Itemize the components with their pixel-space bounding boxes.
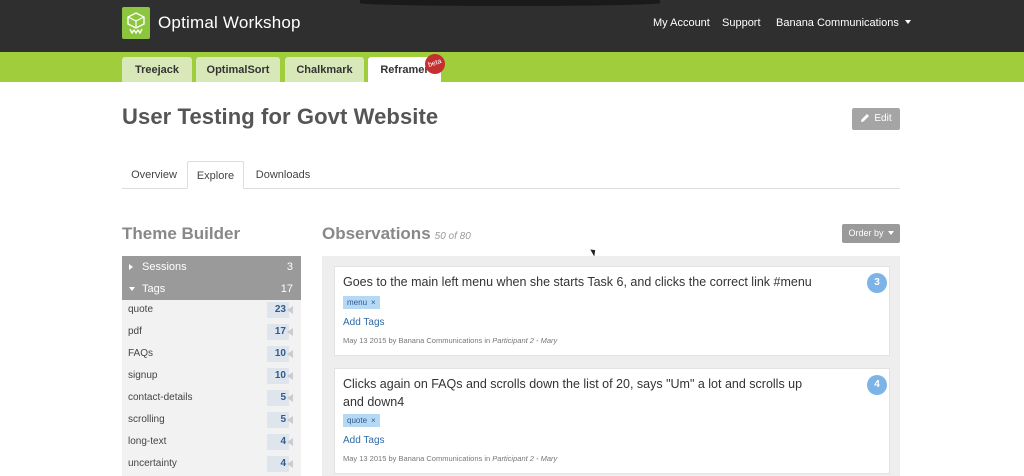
account-menu-label: Banana Communications: [776, 17, 899, 29]
tag-count: 4: [267, 434, 289, 450]
tab-overview[interactable]: Overview: [122, 161, 186, 189]
tags-count: 17: [280, 283, 293, 295]
remove-tag-icon[interactable]: ×: [371, 298, 376, 307]
theme-builder-title: Theme Builder: [122, 224, 241, 243]
tag-count: 4: [267, 456, 289, 472]
observation-meta-text: May 13 2015 by Banana Communications in: [343, 336, 491, 345]
tag-row[interactable]: signup 10: [122, 366, 301, 388]
observations-title: Observations: [322, 224, 431, 243]
top-nav: My Account Support Banana Communications: [0, 17, 1024, 35]
observation-meta: May 13 2015 by Banana Communications in …: [343, 336, 557, 345]
account-menu[interactable]: Banana Communications: [776, 17, 911, 29]
observation-number-badge: 3: [867, 273, 887, 293]
tag-label: quote: [347, 416, 368, 425]
my-account-link[interactable]: My Account: [653, 17, 710, 29]
tag-count: 17: [267, 324, 289, 340]
tag-label: menu: [347, 298, 368, 307]
participant-link[interactable]: Participant 2 - Mary: [492, 336, 557, 345]
tag-name: long-text: [128, 436, 167, 447]
observation-tag[interactable]: menu ×: [343, 296, 380, 309]
observation-meta: May 13 2015 by Banana Communications in …: [343, 454, 557, 463]
tab-treejack[interactable]: Treejack: [122, 57, 192, 82]
tag-row[interactable]: quote 23: [122, 300, 301, 322]
order-by-button[interactable]: Order by: [842, 224, 900, 243]
observations-header: Observations 50 of 80: [322, 224, 471, 244]
observation-card[interactable]: Clicks again on FAQs and scrolls down th…: [334, 368, 890, 474]
sessions-group[interactable]: Sessions 3: [122, 256, 301, 278]
pencil-icon: [861, 114, 870, 122]
support-link[interactable]: Support: [722, 17, 761, 29]
observations-count: 50 of 80: [434, 231, 471, 242]
tag-row[interactable]: long-text 4: [122, 432, 301, 454]
order-by-label: Order by: [848, 228, 884, 238]
observation-number-badge: 4: [867, 375, 887, 395]
add-tags-link[interactable]: Add Tags: [343, 435, 385, 446]
tag-name: contact-details: [128, 392, 193, 403]
tag-name: quote: [128, 304, 154, 315]
page-title: User Testing for Govt Website: [122, 104, 439, 129]
tag-count: 10: [267, 346, 289, 362]
observation-text: Goes to the main left menu when she star…: [343, 275, 812, 289]
chevron-right-icon: [129, 264, 133, 270]
sessions-count: 3: [286, 261, 293, 273]
tags-group[interactable]: Tags 17: [122, 278, 301, 300]
tags-label: Tags: [142, 283, 166, 295]
tag-row[interactable]: pdf 17: [122, 322, 301, 344]
chevron-down-icon: [129, 287, 135, 291]
tag-row[interactable]: scrolling 5: [122, 410, 301, 432]
caret-down-icon: [904, 20, 911, 24]
observation-card[interactable]: Goes to the main left menu when she star…: [334, 266, 890, 356]
tab-explore[interactable]: Explore: [187, 161, 244, 189]
tab-downloads[interactable]: Downloads: [248, 161, 318, 189]
tag-name: pdf: [128, 326, 142, 337]
participant-link[interactable]: Participant 2 - Mary: [492, 454, 557, 463]
tag-row[interactable]: FAQs 10: [122, 344, 301, 366]
tag-name: uncertainty: [128, 458, 177, 469]
tag-name: FAQs: [128, 348, 154, 359]
app-window: Optimal Workshop My Account Support Bana…: [0, 0, 1024, 476]
remove-tag-icon[interactable]: ×: [371, 416, 376, 425]
tag-row[interactable]: contact-details 5: [122, 388, 301, 410]
observation-meta-text: May 13 2015 by Banana Communications in: [343, 454, 491, 463]
add-tags-link[interactable]: Add Tags: [343, 317, 385, 328]
tag-name: signup: [128, 370, 158, 381]
observation-tag[interactable]: quote ×: [343, 414, 380, 427]
caret-down-icon: [887, 231, 894, 235]
tag-count: 5: [267, 390, 289, 406]
tag-row[interactable]: uncertainty 4: [122, 454, 301, 476]
observation-text: Clicks again on FAQs and scrolls down th…: [343, 377, 803, 409]
top-bar: Optimal Workshop My Account Support Bana…: [0, 0, 1024, 52]
sessions-label: Sessions: [142, 261, 187, 273]
tab-optimalsort[interactable]: OptimalSort: [196, 57, 280, 82]
tag-count: 23: [267, 302, 289, 318]
tag-list: quote 23 pdf 17 FAQs 10 signup 10 contact-de…: [122, 300, 301, 476]
tag-count: 5: [267, 412, 289, 428]
tag-count: 10: [267, 368, 289, 384]
edit-button[interactable]: Edit: [852, 108, 900, 130]
tag-name: scrolling: [128, 414, 165, 425]
tab-chalkmark[interactable]: Chalkmark: [285, 57, 364, 82]
edit-button-label: Edit: [874, 113, 892, 124]
